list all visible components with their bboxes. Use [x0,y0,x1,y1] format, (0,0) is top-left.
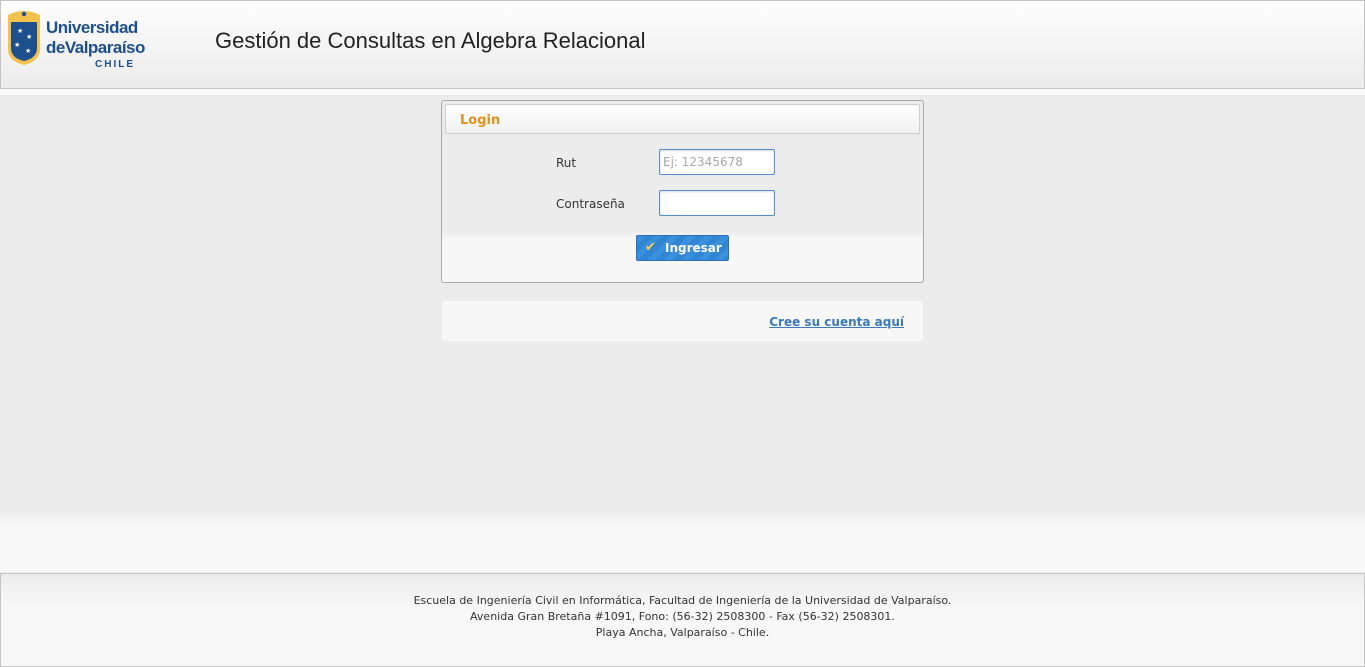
create-account-link[interactable]: Cree su cuenta aquí [769,315,904,329]
svg-text:★: ★ [14,41,20,49]
footer: Escuela de Ingeniería Civil en Informáti… [0,573,1365,667]
svg-text:★: ★ [25,47,31,55]
footer-line-location: Playa Ancha, Valparaíso - Chile. [595,626,770,639]
university-logo: ★ ★ ★ ★ Universidad deValparaíso CHILE [7,9,147,73]
svg-text:★: ★ [17,27,23,35]
logo-text-chile: CHILE [95,59,135,70]
ingresar-button-label: Ingresar [665,241,722,255]
content-bottom-band [0,510,1365,572]
footer-line-school: Escuela de Ingeniería Civil en Informáti… [413,594,952,607]
svg-text:★: ★ [26,33,32,41]
check-icon: ✔ [645,240,656,255]
rut-label: Rut [556,156,577,170]
rut-input[interactable] [659,149,775,175]
login-panel-header: Login [445,104,920,134]
header: ★ ★ ★ ★ Universidad deValparaíso CHILE G… [0,0,1365,89]
shield-icon: ★ ★ ★ ★ [8,11,40,65]
footer-line-address: Avenida Gran Bretaña #1091, Fono: (56-32… [470,610,895,623]
logo-text-universidad: Universidad [46,18,138,37]
ingresar-button[interactable]: ✔ Ingresar [636,235,729,261]
password-input[interactable] [659,190,775,216]
page-title: Gestión de Consultas en Algebra Relacion… [215,28,646,53]
header-divider [0,89,1365,95]
logo-text-valparaiso: deValparaíso [46,38,145,57]
login-panel: Login Rut Contraseña ✔ Ingresar [441,100,924,283]
password-label: Contraseña [556,197,625,211]
login-title: Login [460,113,501,128]
signup-panel: Cree su cuenta aquí [442,301,923,341]
